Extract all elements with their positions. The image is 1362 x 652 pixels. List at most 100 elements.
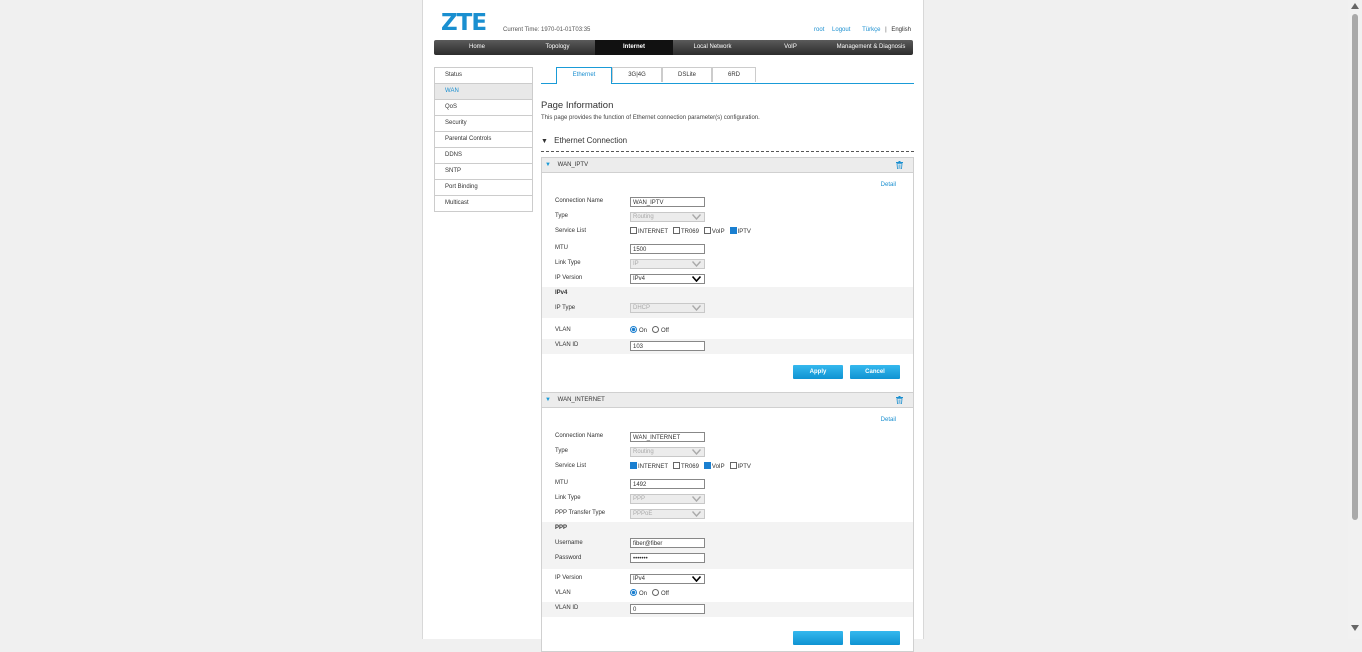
apply-button[interactable] <box>793 631 843 645</box>
scroll-down-icon[interactable] <box>1351 625 1359 631</box>
password-input[interactable]: ••••••• <box>630 553 705 563</box>
sidebar-item-qos[interactable]: QoS <box>435 100 532 116</box>
label-vlan: VLAN <box>555 590 571 596</box>
chevron-down-icon <box>692 214 701 220</box>
svc-iptv[interactable]: IPTV <box>729 462 751 470</box>
apply-button[interactable]: Apply <box>793 365 843 379</box>
nav-topology[interactable]: Topology <box>520 40 595 55</box>
vlan-on[interactable]: On <box>630 326 647 334</box>
svc-tr069[interactable]: TR069 <box>672 462 699 470</box>
detail-link[interactable]: Detail <box>881 417 896 423</box>
ip-type-value: DHCP <box>633 305 651 311</box>
wan-internet-header[interactable]: ▼ WAN_INTERNET <box>542 393 913 408</box>
lang-turkish-link[interactable]: Türkçe <box>862 27 880 33</box>
row-vlan: VLAN On Off <box>542 587 913 602</box>
vlan-id-input[interactable]: 0 <box>630 604 705 614</box>
checkbox-internet[interactable] <box>630 227 637 234</box>
checkbox-iptv[interactable] <box>729 462 737 469</box>
wan-iptv-header[interactable]: ▼ WAN_IPTV <box>542 158 913 173</box>
sidebar-item-port-binding[interactable]: Port Binding <box>435 180 532 196</box>
section-title: Ethernet Connection <box>554 136 628 145</box>
radio-vlan-off[interactable] <box>651 326 659 333</box>
svc-internet[interactable]: INTERNET <box>630 227 668 236</box>
svc-voip[interactable]: VoIP <box>703 462 725 470</box>
ip-version-value: IPv4 <box>633 576 646 582</box>
current-time: Current Time: 1970-01-01T03:35 <box>503 27 591 33</box>
chevron-down-icon <box>692 511 701 517</box>
username-input[interactable]: fiber@fiber <box>630 538 705 548</box>
sidebar-item-ddns[interactable]: DDNS <box>435 148 532 164</box>
ip-version-select[interactable]: IPv4 <box>630 274 705 284</box>
tab-dslite[interactable]: DSLite <box>662 67 712 82</box>
radio-vlan-on[interactable] <box>630 326 637 333</box>
trash-icon[interactable] <box>896 161 903 169</box>
svc-internet[interactable]: INTERNET <box>630 462 668 470</box>
svc-tr069[interactable]: TR069 <box>672 227 699 235</box>
ethernet-connection-header[interactable]: ▼ Ethernet Connection <box>541 136 914 152</box>
checkbox-voip[interactable] <box>703 227 711 234</box>
tab-6rd[interactable]: 6RD <box>712 67 756 82</box>
row-ip-version: IP Version IPv4 <box>542 572 913 587</box>
lang-english-link[interactable]: English <box>891 27 911 33</box>
radio-vlan-off[interactable] <box>651 589 659 596</box>
link-type-select: PPP <box>630 494 705 504</box>
mtu-input[interactable]: 1500 <box>630 244 705 254</box>
mtu-input[interactable]: 1492 <box>630 479 705 489</box>
label-ip-version: IP Version <box>555 275 583 281</box>
checkbox-voip[interactable] <box>703 462 711 469</box>
svc-voip[interactable]: VoIP <box>703 227 725 235</box>
cancel-button[interactable]: Cancel <box>850 365 900 379</box>
nav-management[interactable]: Management & Diagnosis <box>829 40 913 55</box>
checkbox-tr069[interactable] <box>672 227 680 234</box>
vlan-on-label: On <box>639 591 648 598</box>
row-vlan-id: VLAN ID 103 <box>542 339 913 354</box>
svc-internet-label: INTERNET <box>638 229 668 236</box>
nav-home[interactable]: Home <box>434 40 520 55</box>
sidebar-item-sntp[interactable]: SNTP <box>435 164 532 180</box>
label-ip-type: IP Type <box>555 305 576 311</box>
chevron-down-icon <box>692 261 701 267</box>
vlan-off[interactable]: Off <box>651 589 669 598</box>
nav-internet[interactable]: Internet <box>595 40 673 55</box>
scroll-up-icon[interactable] <box>1351 3 1359 9</box>
sidebar-item-status[interactable]: Status <box>435 68 532 84</box>
sidebar-item-multicast[interactable]: Multicast <box>435 196 532 212</box>
checkbox-tr069[interactable] <box>672 462 680 469</box>
row-link-type: Link Type PPP <box>542 492 913 507</box>
user-link[interactable]: root <box>814 27 824 33</box>
checkbox-internet[interactable] <box>630 462 637 469</box>
row-link-type: Link Type IP <box>542 257 913 272</box>
scroll-thumb[interactable] <box>1352 14 1358 520</box>
row-service-list: Service List INTERNET TR069 VoIP IPTV <box>542 460 913 475</box>
sidebar-item-parental-controls[interactable]: Parental Controls <box>435 132 532 148</box>
vlan-id-input[interactable]: 103 <box>630 341 705 351</box>
connection-name-input[interactable]: WAN_INTERNET <box>630 432 705 442</box>
vlan-off[interactable]: Off <box>651 326 669 334</box>
detail-link[interactable]: Detail <box>881 182 896 188</box>
type-select: Routing <box>630 447 705 457</box>
vlan-on[interactable]: On <box>630 589 648 598</box>
checkbox-iptv[interactable] <box>729 227 737 234</box>
svc-iptv[interactable]: IPTV <box>729 227 751 235</box>
chevron-down-icon <box>692 576 701 582</box>
sidebar: Status WAN QoS Security Parental Control… <box>434 67 533 212</box>
cancel-button[interactable] <box>850 631 900 645</box>
logout-link[interactable]: Logout <box>832 27 850 33</box>
tab-ethernet[interactable]: Ethernet <box>556 67 612 84</box>
radio-vlan-on[interactable] <box>630 589 637 596</box>
label-ipv4: IPv4 <box>555 290 568 296</box>
row-ppp-transfer-type: PPP Transfer Type PPPoE <box>542 507 913 522</box>
ip-version-select[interactable]: IPv4 <box>630 574 705 584</box>
connection-name-input[interactable]: WAN_IPTV <box>630 197 705 207</box>
sidebar-item-security[interactable]: Security <box>435 116 532 132</box>
row-type: Type Routing <box>542 210 913 225</box>
lang-separator: | <box>885 27 887 33</box>
vlan-off-label: Off <box>660 591 669 598</box>
nav-local-network[interactable]: Local Network <box>673 40 752 55</box>
trash-icon[interactable] <box>896 396 903 404</box>
page-scrollbar[interactable] <box>1348 0 1362 639</box>
chevron-down-icon <box>692 449 701 455</box>
nav-voip[interactable]: VoIP <box>752 40 829 55</box>
sidebar-item-wan[interactable]: WAN <box>435 84 532 100</box>
tab-3g4g[interactable]: 3G|4G <box>612 67 662 82</box>
